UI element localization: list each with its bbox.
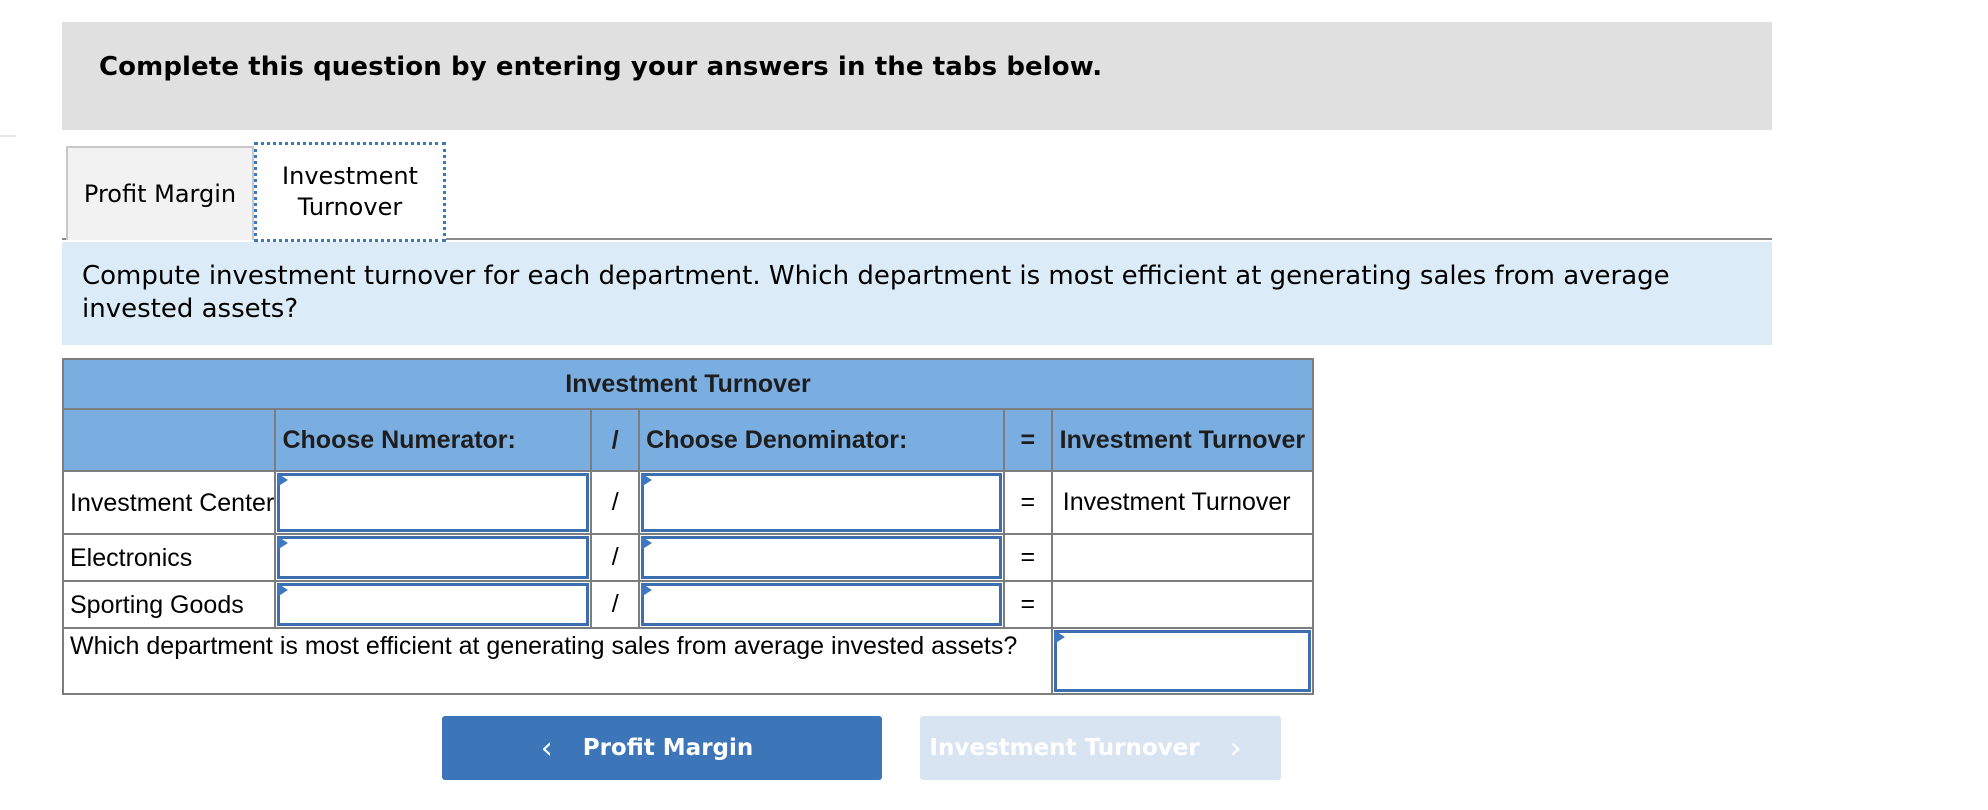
tab-investment-turnover[interactable]: Investment Turnover xyxy=(254,142,446,242)
prev-tab-label: Profit Margin xyxy=(582,735,754,761)
chevron-left-icon: ‹ xyxy=(540,730,553,766)
numerator-dropdown[interactable] xyxy=(277,473,590,532)
prompt-text: Compute investment turnover for each dep… xyxy=(82,261,1670,324)
answer-dropdown[interactable] xyxy=(1053,630,1311,692)
denominator-input[interactable] xyxy=(641,583,1002,626)
numerator-cell xyxy=(274,580,593,629)
numerator-input[interactable] xyxy=(277,536,590,579)
divide-sign: / xyxy=(590,470,641,535)
table-title: Investment Turnover xyxy=(62,358,1314,410)
tab-label: Profit Margin xyxy=(83,179,237,208)
next-tab-button[interactable]: Investment Turnover › xyxy=(920,716,1281,780)
header-divide: / xyxy=(590,408,641,472)
divide-sign: / xyxy=(590,580,641,629)
numerator-cell xyxy=(274,470,593,535)
equals-sign: = xyxy=(1002,470,1053,535)
table-row: Sporting Goods / = xyxy=(61,580,1315,629)
header-result: Investment Turnover xyxy=(1050,408,1315,472)
question-row: Which department is most efficient at ge… xyxy=(62,627,1315,695)
table-row: Electronics / = xyxy=(61,533,1315,582)
header-denominator: Choose Denominator: xyxy=(638,408,1005,472)
equals-sign: = xyxy=(1002,533,1053,582)
equals-sign: = xyxy=(1002,580,1053,629)
next-tab-label: Investment Turnover xyxy=(929,735,1200,761)
tab-bar: Profit Margin Investment Turnover xyxy=(62,140,1772,242)
numerator-input[interactable] xyxy=(277,583,590,626)
instruction-banner: Complete this question by entering your … xyxy=(62,22,1772,130)
denominator-cell xyxy=(638,580,1005,629)
result-value xyxy=(1050,580,1315,629)
chevron-right-icon: › xyxy=(1229,730,1242,766)
row-label: Investment Center xyxy=(61,470,277,535)
edge-divider xyxy=(0,135,16,137)
result-value: Investment Turnover xyxy=(1050,470,1315,535)
row-label: Sporting Goods xyxy=(61,580,277,629)
result-value xyxy=(1050,533,1315,582)
instruction-text: Complete this question by entering your … xyxy=(99,52,1103,82)
investment-turnover-table: Investment Turnover Choose Numerator: / … xyxy=(61,358,1315,695)
denominator-input[interactable] xyxy=(641,536,1002,579)
tab-profit-margin[interactable]: Profit Margin xyxy=(66,146,254,240)
question-prompt: Compute investment turnover for each dep… xyxy=(62,242,1772,345)
denominator-dropdown[interactable] xyxy=(641,473,1002,532)
answer-cell xyxy=(1050,627,1315,695)
row-label: Electronics xyxy=(61,533,277,582)
question-text: Which department is most efficient at ge… xyxy=(62,627,1053,695)
header-blank xyxy=(61,408,277,472)
header-equals: = xyxy=(1002,408,1053,472)
tab-label: Investment Turnover xyxy=(282,162,418,221)
table-row: Investment Center / = Investment Turnove… xyxy=(61,470,1315,535)
numerator-cell xyxy=(274,533,593,582)
prev-tab-button[interactable]: ‹ Profit Margin xyxy=(442,716,882,780)
divide-sign: / xyxy=(590,533,641,582)
denominator-cell xyxy=(638,470,1005,535)
header-numerator: Choose Numerator: xyxy=(274,408,593,472)
denominator-cell xyxy=(638,533,1005,582)
